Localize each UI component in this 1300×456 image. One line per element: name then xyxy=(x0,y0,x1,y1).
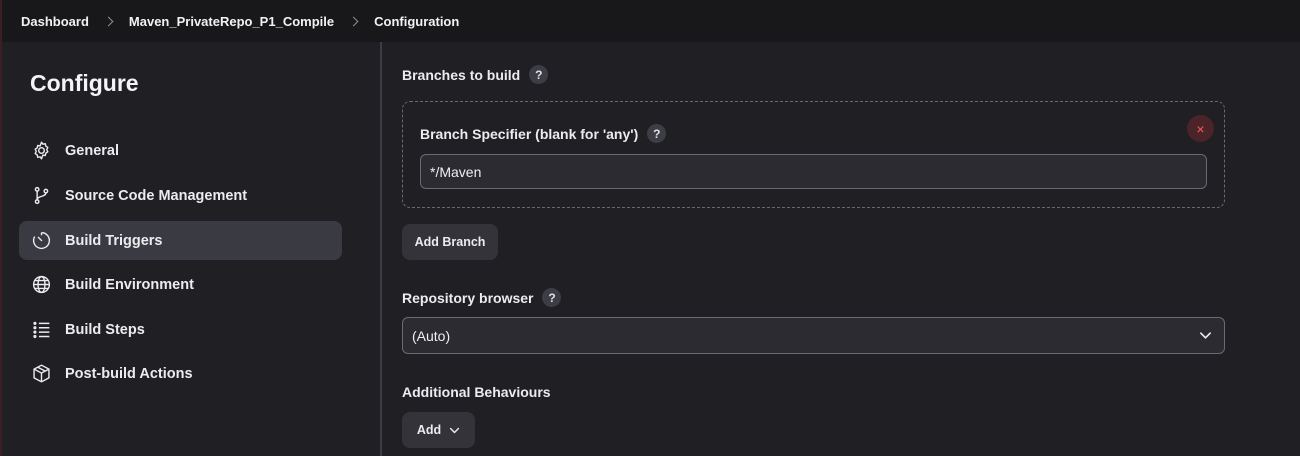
sidebar-item-label: Build Environment xyxy=(65,276,194,293)
repository-browser-heading: Repository browser ? xyxy=(402,288,562,307)
git-branch-icon xyxy=(30,185,52,207)
timer-icon xyxy=(30,230,52,252)
help-icon[interactable]: ? xyxy=(647,124,667,143)
sidebar-item-post-build-actions[interactable]: Post-build Actions xyxy=(19,354,342,393)
sidebar-item-label: Build Steps xyxy=(65,321,145,338)
help-icon[interactable]: ? xyxy=(542,288,562,307)
breadcrumb: Dashboard Maven_PrivateRepo_P1_Compile C… xyxy=(0,0,1300,42)
add-branch-button[interactable]: Add Branch xyxy=(402,224,498,260)
branch-specifier-label: Branch Specifier (blank for 'any') xyxy=(420,125,639,142)
chevron-right-icon xyxy=(103,16,114,26)
chevron-right-icon xyxy=(348,16,359,26)
sidebar-item-build-steps[interactable]: Build Steps xyxy=(19,310,342,349)
add-button-label: Add xyxy=(416,423,442,437)
list-icon xyxy=(30,319,52,341)
sidebar-item-source-code-management[interactable]: Source Code Management xyxy=(19,176,342,215)
remove-branch-button[interactable]: × xyxy=(1187,115,1214,142)
repository-browser-label: Repository browser xyxy=(402,289,534,306)
help-icon[interactable]: ? xyxy=(529,65,549,84)
breadcrumb-job[interactable]: Maven_PrivateRepo_P1_Compile xyxy=(129,14,334,29)
branch-specifier-input[interactable] xyxy=(420,154,1207,189)
repository-browser-select[interactable]: (Auto) xyxy=(402,317,1225,354)
branch-spec-block: Branch Specifier (blank for 'any') ? × xyxy=(402,101,1225,208)
chevron-down-icon xyxy=(1200,332,1211,339)
sidebar-item-label: General xyxy=(65,142,119,159)
chevron-down-icon xyxy=(450,427,460,433)
sidebar-item-build-environment[interactable]: Build Environment xyxy=(19,265,342,304)
sidebar-item-label: Build Triggers xyxy=(65,232,163,249)
sidebar-item-general[interactable]: General xyxy=(19,131,342,170)
breadcrumb-dashboard[interactable]: Dashboard xyxy=(21,14,89,29)
main-content: Branches to build ? Branch Specifier (bl… xyxy=(382,42,1300,456)
repository-browser-value: (Auto) xyxy=(412,327,451,344)
add-behaviour-button[interactable]: Add xyxy=(402,412,475,448)
gear-icon xyxy=(30,140,52,162)
sidebar-item-build-triggers[interactable]: Build Triggers xyxy=(19,221,342,260)
branches-to-build-label: Branches to build xyxy=(402,66,521,83)
sidebar-item-label: Source Code Management xyxy=(65,187,248,204)
sidebar-item-label: Post-build Actions xyxy=(65,365,193,382)
branches-to-build-heading: Branches to build ? xyxy=(402,65,549,84)
breadcrumb-configuration[interactable]: Configuration xyxy=(374,14,459,29)
package-icon xyxy=(30,363,52,385)
additional-behaviours-label: Additional Behaviours xyxy=(402,384,551,400)
sidebar-title: Configure xyxy=(30,70,139,96)
additional-behaviours-heading: Additional Behaviours xyxy=(402,384,551,400)
globe-icon xyxy=(30,274,52,296)
branch-specifier-heading: Branch Specifier (blank for 'any') ? xyxy=(420,124,667,143)
